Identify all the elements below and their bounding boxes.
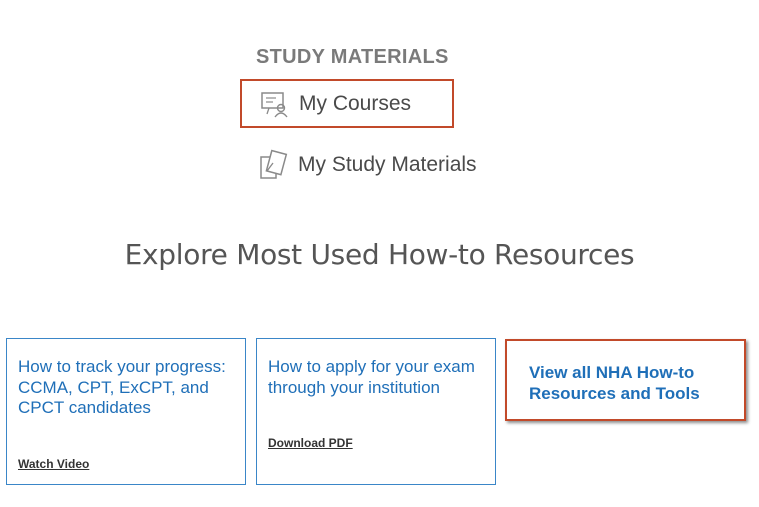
- resource-card-apply-exam: How to apply for your exam through your …: [256, 338, 496, 485]
- my-study-materials-link[interactable]: My Study Materials: [258, 148, 477, 182]
- course-presentation-icon: [259, 88, 291, 120]
- study-materials-icon: [258, 149, 290, 181]
- study-materials-heading: STUDY MATERIALS: [256, 46, 449, 68]
- my-study-materials-label: My Study Materials: [298, 153, 477, 176]
- my-courses-label: My Courses: [299, 91, 412, 115]
- watch-video-link[interactable]: Watch Video: [18, 457, 89, 471]
- view-all-line-2: Resources and Tools: [529, 384, 700, 403]
- explore-heading: Explore Most Used How-to Resources: [124, 238, 635, 271]
- view-all-resources-button[interactable]: View all NHA How-to Resources and Tools: [505, 339, 746, 421]
- card-title: How to apply for your exam through your …: [268, 357, 475, 397]
- card-title: How to track your progress: CCMA, CPT, E…: [18, 357, 226, 417]
- download-pdf-link[interactable]: Download PDF: [268, 436, 353, 450]
- resource-card-track-progress: How to track your progress: CCMA, CPT, E…: [6, 338, 246, 485]
- my-courses-link[interactable]: My Courses: [240, 79, 454, 128]
- view-all-line-1: View all NHA How-to: [529, 363, 695, 382]
